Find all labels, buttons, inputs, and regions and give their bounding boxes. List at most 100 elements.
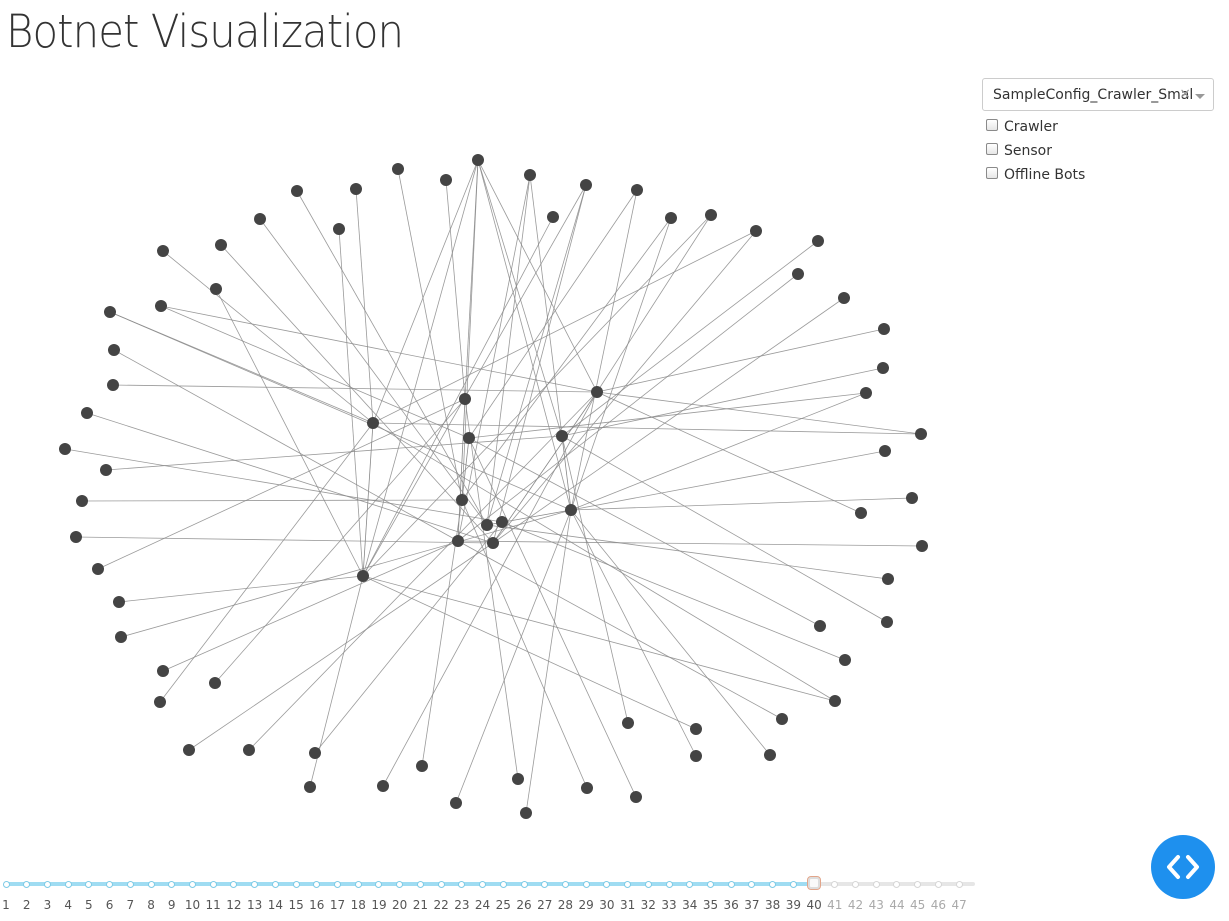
timeline-label[interactable]: 41 [827, 898, 842, 912]
bot-node[interactable] [690, 723, 702, 735]
timeline-label[interactable]: 26 [516, 898, 531, 912]
timeline-label[interactable]: 31 [620, 898, 635, 912]
bot-node[interactable] [878, 323, 890, 335]
timeline-step[interactable] [582, 880, 590, 888]
bot-node[interactable] [183, 744, 195, 756]
timeline-label[interactable]: 35 [703, 898, 718, 912]
bot-node[interactable] [155, 300, 167, 312]
bot-node[interactable] [882, 573, 894, 585]
filter-sensor[interactable]: Sensor [986, 139, 1085, 163]
bot-node[interactable] [690, 750, 702, 762]
bot-node[interactable] [104, 306, 116, 318]
timeline-label[interactable]: 46 [931, 898, 946, 912]
timeline-step[interactable] [520, 880, 528, 888]
bot-node[interactable] [70, 531, 82, 543]
timeline-slider[interactable]: 1 2 3 4 5 6 7 8 9 10 11 12 13 14 15 16 17 18 19 20 21 22 23 24 2… [0, 872, 990, 921]
timeline-step[interactable] [644, 880, 652, 888]
timeline-label[interactable]: 30 [599, 898, 614, 912]
bot-node[interactable] [210, 283, 222, 295]
bot-node[interactable] [377, 780, 389, 792]
timeline-step[interactable] [955, 880, 963, 888]
bot-node[interactable] [309, 747, 321, 759]
timeline-step[interactable] [354, 880, 362, 888]
timeline-step[interactable] [624, 880, 632, 888]
bot-node[interactable] [764, 749, 776, 761]
timeline-label[interactable]: 6 [106, 898, 114, 912]
bot-node[interactable] [556, 430, 568, 442]
bot-node[interactable] [512, 773, 524, 785]
bot-node[interactable] [440, 174, 452, 186]
bot-node[interactable] [879, 445, 891, 457]
bot-node[interactable] [580, 179, 592, 191]
bot-node[interactable] [215, 239, 227, 251]
bot-node[interactable] [839, 654, 851, 666]
bot-node[interactable] [81, 407, 93, 419]
filter-crawler[interactable]: Crawler [986, 115, 1085, 139]
clear-icon[interactable]: × [1179, 86, 1191, 102]
timeline-step[interactable] [334, 880, 342, 888]
bot-node[interactable] [814, 620, 826, 632]
timeline-label[interactable]: 21 [413, 898, 428, 912]
timeline-handle[interactable] [807, 876, 822, 890]
timeline-label[interactable]: 4 [64, 898, 72, 912]
timeline-label[interactable]: 10 [185, 898, 200, 912]
offline-bots-checkbox[interactable] [986, 167, 998, 179]
timeline-step[interactable] [458, 880, 466, 888]
bot-node[interactable] [520, 807, 532, 819]
timeline-step[interactable] [292, 880, 300, 888]
timeline-label[interactable]: 13 [247, 898, 262, 912]
timeline-step[interactable] [852, 880, 860, 888]
timeline-step[interactable] [271, 880, 279, 888]
bot-node[interactable] [357, 570, 369, 582]
timeline-label[interactable]: 15 [288, 898, 303, 912]
bot-node[interactable] [450, 797, 462, 809]
timeline-label[interactable]: 22 [433, 898, 448, 912]
bot-node[interactable] [463, 432, 475, 444]
bot-node[interactable] [665, 212, 677, 224]
bot-node[interactable] [472, 154, 484, 166]
timeline-step[interactable] [603, 880, 611, 888]
bot-node[interactable] [487, 537, 499, 549]
timeline-step[interactable] [375, 880, 383, 888]
timeline-label[interactable]: 17 [330, 898, 345, 912]
bot-node[interactable] [416, 760, 428, 772]
timeline-step[interactable] [479, 880, 487, 888]
bot-node[interactable] [591, 386, 603, 398]
bot-node[interactable] [154, 696, 166, 708]
bot-node[interactable] [855, 507, 867, 519]
timeline-label[interactable]: 37 [744, 898, 759, 912]
timeline-step[interactable] [106, 880, 114, 888]
timeline-step[interactable] [727, 880, 735, 888]
nav-toggle-button[interactable] [1151, 835, 1215, 899]
sensor-checkbox[interactable] [986, 143, 998, 155]
config-select[interactable]: SampleConfig_Crawler_Small × [982, 78, 1214, 111]
timeline-label[interactable]: 18 [351, 898, 366, 912]
timeline-step[interactable] [499, 880, 507, 888]
timeline-label[interactable]: 25 [496, 898, 511, 912]
bot-node[interactable] [367, 417, 379, 429]
bot-node[interactable] [622, 717, 634, 729]
bot-node[interactable] [452, 535, 464, 547]
timeline-step[interactable] [2, 880, 10, 888]
bot-node[interactable] [304, 781, 316, 793]
timeline-label[interactable]: 23 [454, 898, 469, 912]
timeline-step[interactable] [789, 880, 797, 888]
timeline-label[interactable]: 14 [268, 898, 283, 912]
bot-node[interactable] [860, 387, 872, 399]
timeline-label[interactable]: 40 [806, 898, 821, 912]
bot-node[interactable] [496, 516, 508, 528]
timeline-step[interactable] [230, 880, 238, 888]
bot-node[interactable] [107, 379, 119, 391]
bot-node[interactable] [291, 185, 303, 197]
bot-node[interactable] [630, 791, 642, 803]
timeline-label[interactable]: 28 [558, 898, 573, 912]
bot-node[interactable] [776, 713, 788, 725]
timeline-label[interactable]: 3 [44, 898, 52, 912]
timeline-step[interactable] [561, 880, 569, 888]
timeline-label[interactable]: 5 [85, 898, 93, 912]
timeline-label[interactable]: 16 [309, 898, 324, 912]
timeline-label[interactable]: 8 [147, 898, 155, 912]
bot-node[interactable] [243, 744, 255, 756]
timeline-label[interactable]: 38 [765, 898, 780, 912]
bot-node[interactable] [881, 616, 893, 628]
